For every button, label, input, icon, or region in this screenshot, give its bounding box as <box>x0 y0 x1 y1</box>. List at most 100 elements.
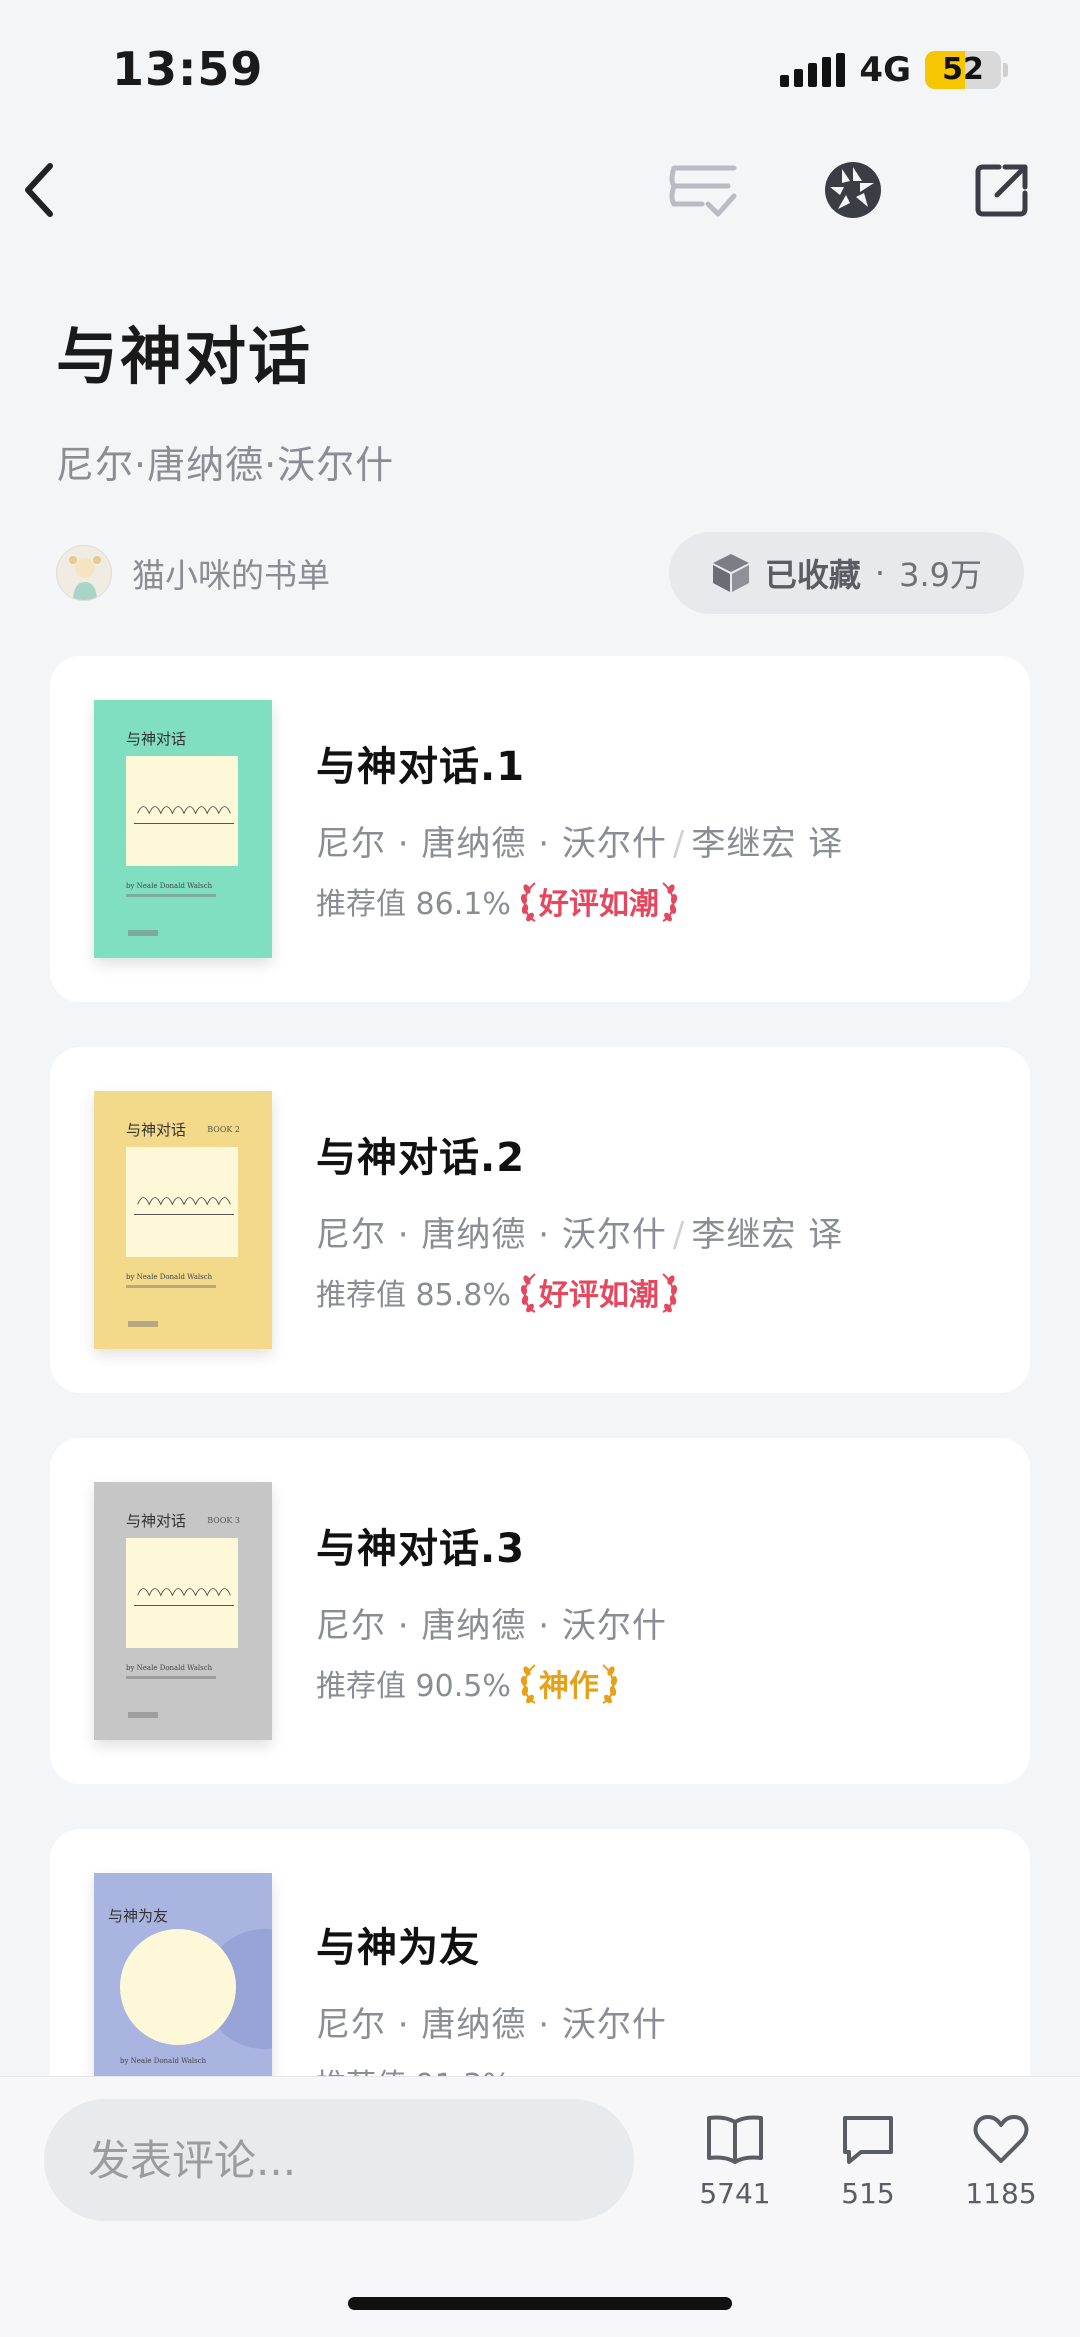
read-count-button[interactable]: 5741 <box>680 2111 790 2210</box>
book-author: 尼尔 · 唐纳德 · 沃尔什 <box>316 1606 667 1646</box>
laurel-right-icon <box>662 1273 677 1313</box>
share-button[interactable] <box>962 150 1042 230</box>
laurel-left-icon <box>520 1273 536 1313</box>
laurel-right-icon <box>662 882 677 922</box>
like-count: 1185 <box>965 2177 1037 2210</box>
cover-panel <box>126 756 238 866</box>
book-cover: 与神对话 BOOK 3 by Neale Donald Walsch <box>94 1482 272 1740</box>
chevron-left-icon <box>25 163 53 217</box>
cover-credit-line <box>126 894 216 897</box>
cover-author-line: by Neale Donald Walsch <box>120 2057 207 2065</box>
cover-script-art <box>134 1588 234 1606</box>
cover-panel <box>126 1538 238 1648</box>
network-label: 4G <box>859 50 911 90</box>
comment-count: 515 <box>841 2177 895 2210</box>
rating-badge: 好评如潮 <box>519 1270 679 1314</box>
cover-panel <box>126 1147 238 1257</box>
battery-icon: 52 <box>925 51 1001 89</box>
cover-book-number: BOOK 2 <box>207 1125 240 1134</box>
cover-title: 与神对话 <box>126 730 187 748</box>
book-author: 尼尔 · 唐纳德 · 沃尔什 <box>316 1215 667 1255</box>
signal-icon <box>780 53 846 87</box>
list-check-icon <box>669 165 737 217</box>
cover-book-number: BOOK 3 <box>207 1516 240 1525</box>
comment-count-button[interactable]: 515 <box>813 2111 923 2210</box>
book-cover: 与神对话 BOOK 2 by Neale Donald Walsch <box>94 1091 272 1349</box>
badge-label: 好评如潮 <box>538 1278 659 1313</box>
book-card[interactable]: 与神对话 by Neale Donald Walsch 与神对话.1 尼尔 · … <box>50 656 1030 1002</box>
book-title: 与神为友 <box>316 1925 480 1971</box>
book-rating: 推荐值 90.5% 神作 <box>316 1661 1000 1705</box>
list-check-button[interactable] <box>664 150 744 230</box>
share-out-icon <box>975 164 1028 217</box>
book-info: 与神对话.2 尼尔 · 唐纳德 · 沃尔什 / 李继宏 译 推荐值 85.8% 好评… <box>316 1125 1000 1314</box>
book-cover: 与神对话 by Neale Donald Walsch <box>94 700 272 958</box>
rating-badge: 神作 <box>519 1661 619 1705</box>
publisher-logo <box>128 1321 158 1327</box>
home-indicator <box>348 2297 732 2310</box>
booklist-page: 13:59 4G 52 与神对话 尼尔·唐纳德·沃尔什 猫小咪的书单 已收藏 ·… <box>0 0 1080 2337</box>
nav-bar <box>0 150 1080 230</box>
status-indicators: 4G 52 <box>780 50 1008 90</box>
booklist-subtitle: 尼尔·唐纳德·沃尔什 <box>56 443 395 487</box>
book-rating: 推荐值 86.1% 好评如潮 <box>316 879 1000 923</box>
read-count: 5741 <box>699 2177 771 2210</box>
author-separator: / <box>672 1215 686 1255</box>
laurel-left-icon <box>520 882 536 922</box>
cover-credit-line <box>126 1285 216 1288</box>
like-button[interactable]: 1185 <box>946 2111 1056 2210</box>
rating-value: 推荐值 86.1% <box>316 887 511 922</box>
collect-button[interactable]: 已收藏 · 3.9万 <box>668 532 1024 614</box>
author-separator: / <box>672 824 686 864</box>
rating-value: 推荐值 90.5% <box>316 1669 511 1704</box>
book-title: 与神对话.2 <box>316 1135 526 1181</box>
cover-author-line: by Neale Donald Walsch <box>126 1664 213 1672</box>
book-translator: 李继宏 译 <box>691 824 844 864</box>
battery-tip <box>1003 63 1008 77</box>
book-author: 尼尔 · 唐纳德 · 沃尔什 <box>316 2005 667 2045</box>
cover-title: 与神对话 <box>126 1512 187 1530</box>
rating-badge: 好评如潮 <box>519 879 679 923</box>
badge-label: 神作 <box>538 1669 599 1704</box>
book-author-line: 尼尔 · 唐纳德 · 沃尔什 <box>316 1997 1000 2046</box>
collect-label: 已收藏 <box>764 556 861 594</box>
cover-author-line: by Neale Donald Walsch <box>126 882 213 890</box>
cover-author-line: by Neale Donald Walsch <box>126 1273 213 1281</box>
cover-title: 与神为友 <box>108 1907 169 1925</box>
heart-icon <box>973 2115 1029 2163</box>
cube-icon <box>712 554 749 592</box>
book-title: 与神对话.1 <box>316 744 526 790</box>
publisher-logo <box>128 1712 158 1718</box>
publisher-logo <box>128 930 158 936</box>
book-author-line: 尼尔 · 唐纳德 · 沃尔什 / 李继宏 译 <box>316 816 1000 865</box>
book-open-icon <box>707 2115 763 2164</box>
cover-script-art <box>134 1197 234 1215</box>
status-bar: 13:59 4G 52 <box>0 0 1080 140</box>
book-author: 尼尔 · 唐纳德 · 沃尔什 <box>316 824 667 864</box>
book-card[interactable]: 与神对话 BOOK 2 by Neale Donald Walsch 与神对话.… <box>50 1047 1030 1393</box>
cover-circle <box>120 1929 236 2045</box>
curator-avatar <box>56 545 112 601</box>
aperture-icon <box>825 162 881 218</box>
battery-level: 52 <box>942 52 984 87</box>
comment-input[interactable] <box>44 2099 634 2221</box>
comment-bubble-icon <box>843 2116 893 2164</box>
rating-value: 推荐值 85.8% <box>316 1278 511 1313</box>
aperture-button[interactable] <box>813 150 893 230</box>
back-button[interactable] <box>0 150 80 230</box>
curator-link[interactable]: 猫小咪的书单 <box>56 545 330 601</box>
collect-separator: · <box>874 554 886 592</box>
book-info: 与神对话.1 尼尔 · 唐纳德 · 沃尔什 / 李继宏 译 推荐值 86.1% 好评… <box>316 734 1000 923</box>
badge-label: 好评如潮 <box>538 887 659 922</box>
cover-script-art <box>134 806 234 824</box>
status-time: 13:59 <box>112 42 264 96</box>
curator-name: 猫小咪的书单 <box>132 556 330 595</box>
book-rating: 推荐值 85.8% 好评如潮 <box>316 1270 1000 1314</box>
book-card[interactable]: 与神对话 BOOK 3 by Neale Donald Walsch 与神对话.… <box>50 1438 1030 1784</box>
book-translator: 李继宏 译 <box>691 1215 844 1255</box>
book-title: 与神对话.3 <box>316 1526 526 1572</box>
cover-credit-line <box>126 1676 216 1679</box>
collect-count: 3.9万 <box>899 556 982 594</box>
laurel-left-icon <box>520 1664 536 1704</box>
book-author-line: 尼尔 · 唐纳德 · 沃尔什 / 李继宏 译 <box>316 1207 1000 1256</box>
